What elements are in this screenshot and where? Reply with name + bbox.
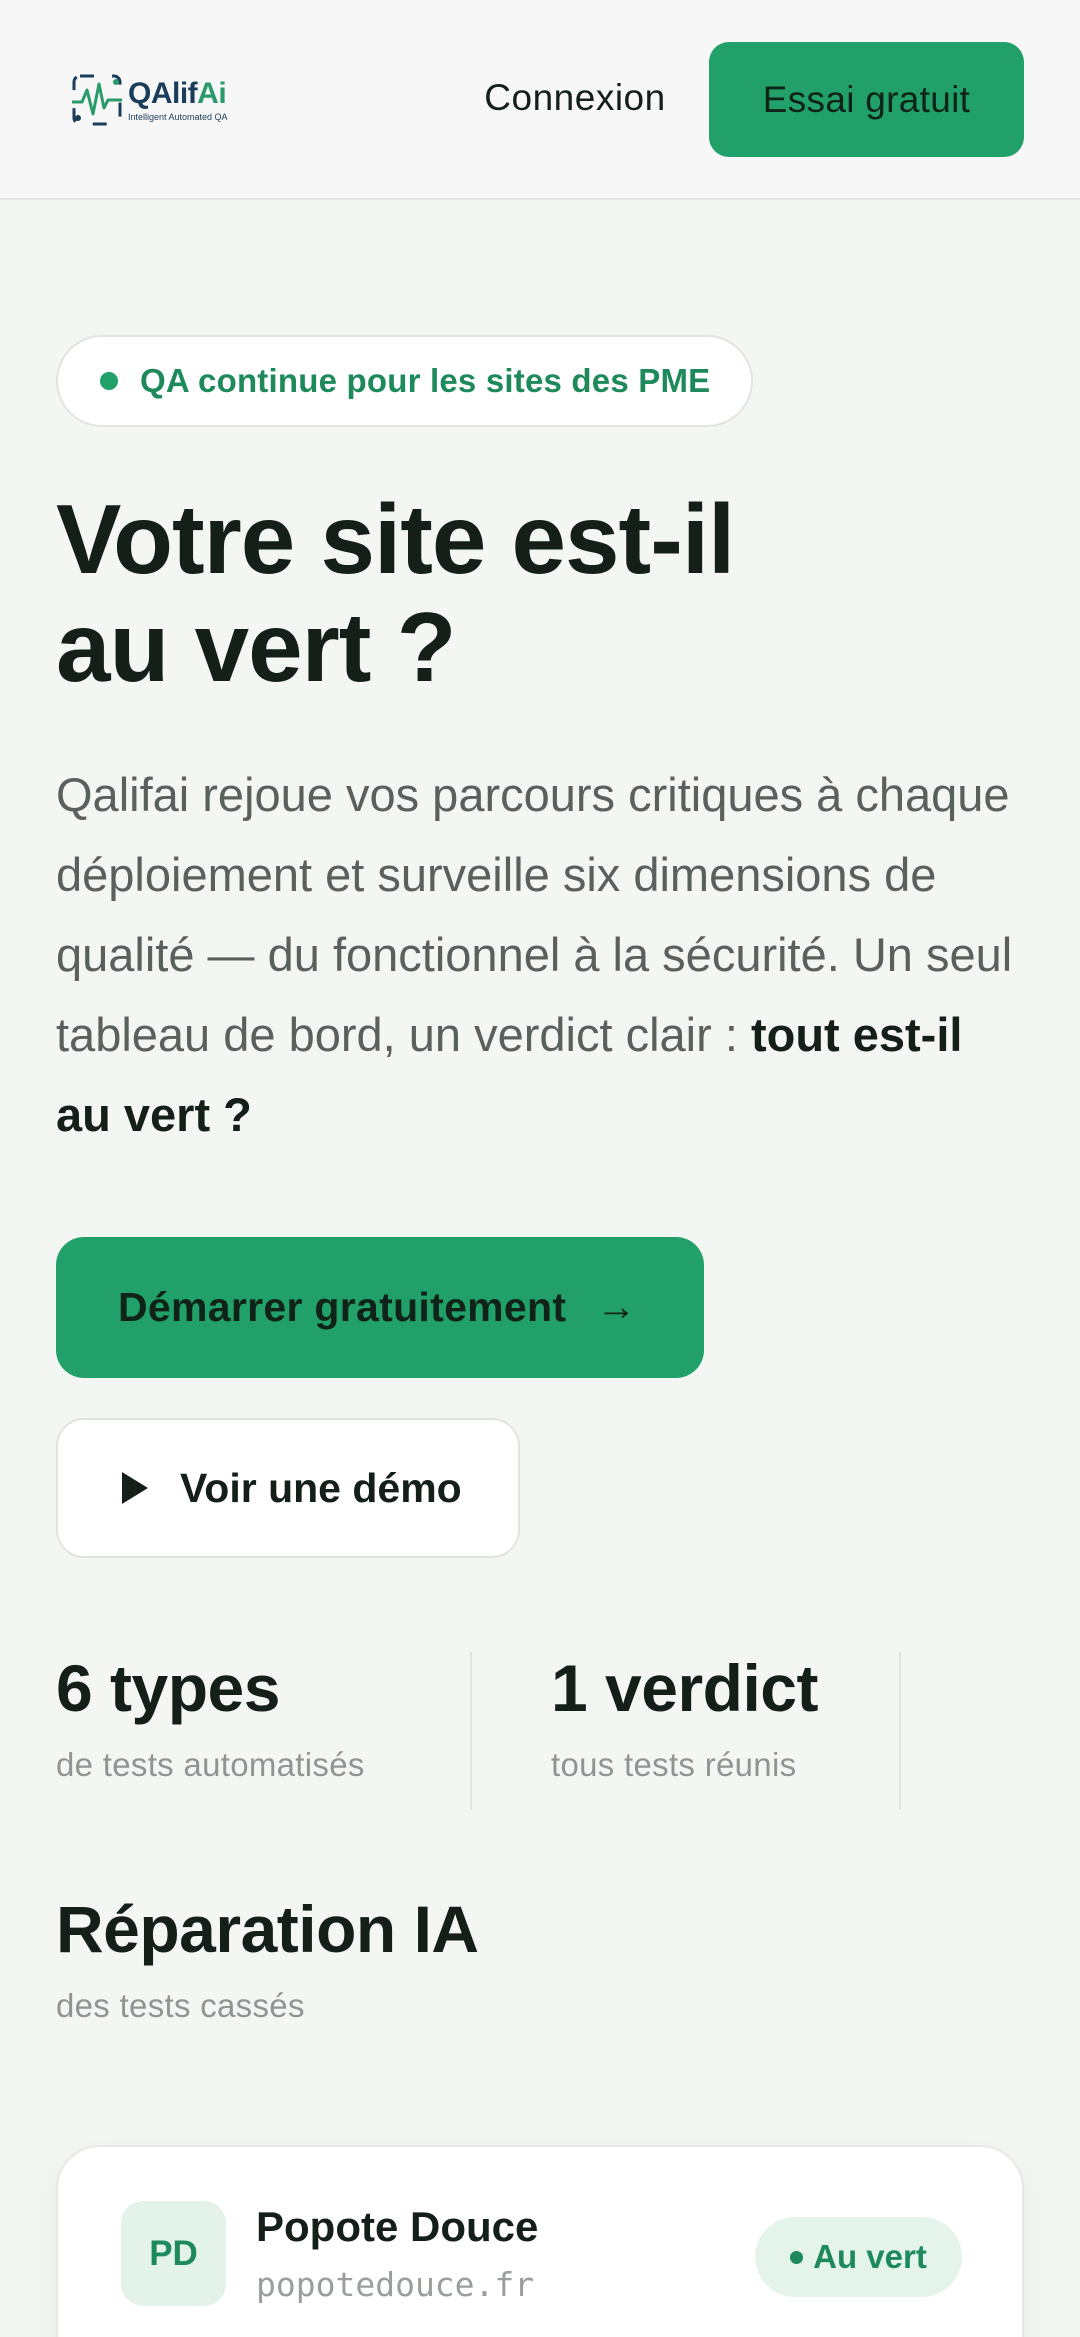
site-card[interactable]: PD Popote Douce popotedouce.fr Au vert	[56, 2145, 1024, 2337]
top-navigation: QAlifAi Intelligent Automated QA Connexi…	[0, 0, 1080, 200]
start-free-label: Démarrer gratuitement	[118, 1284, 567, 1330]
status-label: Au vert	[813, 2238, 927, 2275]
page-title: Votre site est-il au vert ?	[56, 485, 956, 701]
hero-description: Qalifai rejoue vos parcours critiques à …	[56, 755, 1016, 1155]
stat-label: des tests cassés	[56, 1987, 305, 2024]
title-line-1: Votre site est-il	[56, 484, 735, 594]
hero-badge-text: QA continue pour les sites des PME	[140, 362, 711, 399]
stat-value: Réparation IA	[56, 1892, 479, 1966]
site-domain: popotedouce.fr	[256, 2265, 535, 2304]
stat-value: 1 verdict	[551, 1651, 818, 1725]
stat-label: tous tests réunis	[551, 1746, 797, 1783]
logo[interactable]: QAlifAi Intelligent Automated QA	[70, 70, 250, 130]
play-icon	[122, 1472, 148, 1504]
stat-verdict: 1 verdict tous tests réunis	[551, 1652, 901, 1810]
stat-ai-repair: Réparation IA des tests cassés	[56, 1893, 656, 2025]
status-dot-icon	[790, 2250, 804, 2264]
watch-demo-label: Voir une démo	[180, 1464, 462, 1511]
title-line-2: au vert ?	[56, 592, 456, 702]
watch-demo-button[interactable]: Voir une démo	[56, 1418, 520, 1558]
stat-test-types: 6 types de tests automatisés	[56, 1652, 472, 1810]
stat-value: 6 types	[56, 1651, 280, 1725]
hero-badge: QA continue pour les sites des PME	[56, 335, 753, 427]
free-trial-button[interactable]: Essai gratuit	[709, 42, 1024, 157]
start-free-button[interactable]: Démarrer gratuitement →	[56, 1237, 704, 1378]
status-badge: Au vert	[755, 2217, 962, 2297]
stat-label: de tests automatisés	[56, 1746, 365, 1783]
site-name: Popote Douce	[256, 2203, 539, 2250]
arrow-right-icon: →	[596, 1285, 637, 1329]
logo-pulse-icon	[72, 74, 122, 126]
status-dot-icon	[100, 372, 118, 390]
site-avatar: PD	[121, 2201, 226, 2306]
login-link[interactable]: Connexion	[470, 70, 680, 126]
logo-wordmark: QAlifAi	[128, 77, 227, 110]
logo-tagline: Intelligent Automated QA	[128, 112, 228, 122]
